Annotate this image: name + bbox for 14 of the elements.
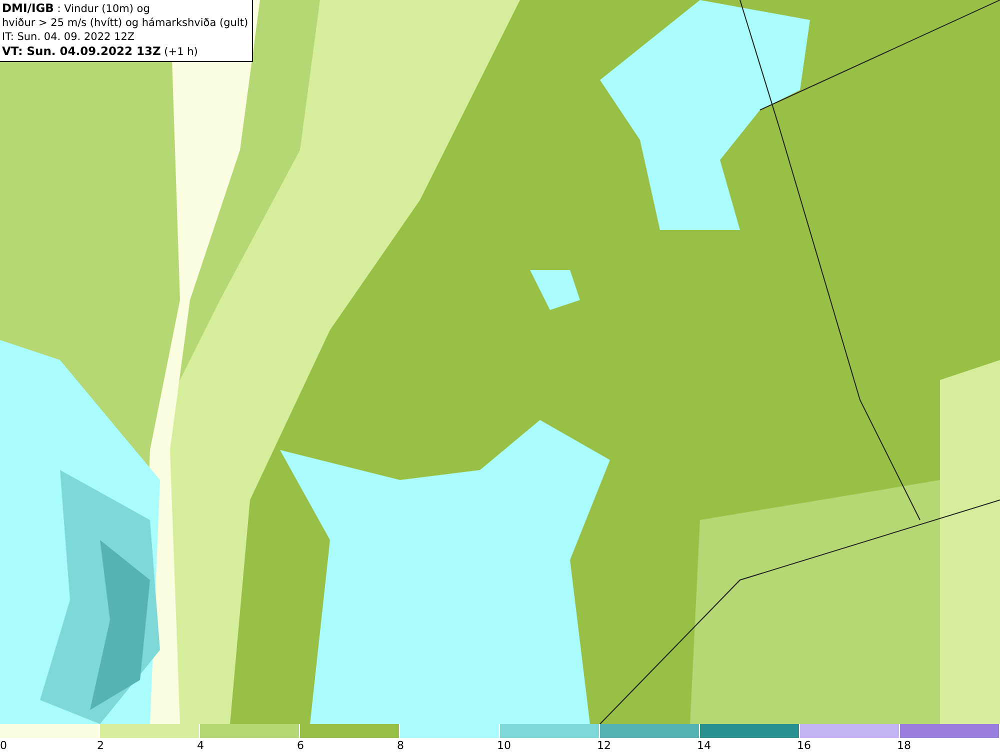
title-line: DMI/IGB : Vindur (10m) og [2,1,151,16]
legend-label: 12 [597,739,611,752]
legend-label: 6 [297,739,304,752]
legend-label: 18 [897,739,911,752]
title-line: hviður > 25 m/s (hvítt) og hámarkshviða (gult) [2,16,248,30]
title-line: VT: Sun. 04.09.2022 13Z (+1 h) [2,44,199,59]
legend-label: 0 [0,739,7,752]
legend-label: 16 [797,739,811,752]
legend-label: 14 [697,739,711,752]
legend-label: 2 [97,739,104,752]
title-line: IT: Sun. 04. 09. 2022 12Z [2,30,136,44]
legend-label: 8 [397,739,404,752]
legend-label: 4 [197,739,204,752]
legend-label: 10 [497,739,511,752]
